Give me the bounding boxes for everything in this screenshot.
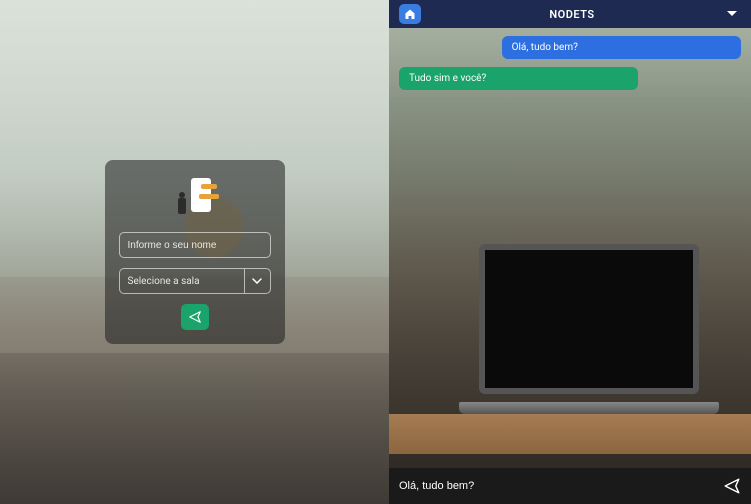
room-select[interactable]: Selecione a sala (119, 268, 271, 294)
home-icon (404, 8, 416, 20)
chat-header: NODETS (389, 0, 751, 28)
chat-messages: Olá, tudo bem? Tudo sim e você? (389, 28, 751, 468)
message-sent: Olá, tudo bem? (502, 36, 741, 59)
chevron-down-icon (244, 269, 270, 293)
room-select-placeholder: Selecione a sala (120, 276, 244, 287)
chat-title: NODETS (421, 8, 723, 21)
message-received: Tudo sim e você? (399, 67, 638, 90)
caret-down-icon (726, 10, 738, 18)
login-card: Selecione a sala (105, 160, 285, 344)
send-icon (723, 477, 741, 495)
chat-bubble-icon (199, 194, 219, 199)
login-submit-button[interactable] (181, 304, 209, 330)
person-icon (177, 192, 187, 216)
chat-bubble-icon (201, 184, 217, 189)
menu-button[interactable] (723, 10, 741, 18)
chat-screen: NODETS Olá, tudo bem? Tudo sim e você? (389, 0, 751, 504)
send-button[interactable] (723, 477, 741, 495)
login-illustration (171, 178, 219, 218)
home-button[interactable] (399, 4, 421, 24)
chat-input[interactable] (399, 480, 713, 492)
send-icon (188, 310, 202, 324)
login-screen: Selecione a sala (0, 0, 389, 504)
chat-input-bar (389, 468, 751, 504)
name-input[interactable] (119, 232, 271, 258)
